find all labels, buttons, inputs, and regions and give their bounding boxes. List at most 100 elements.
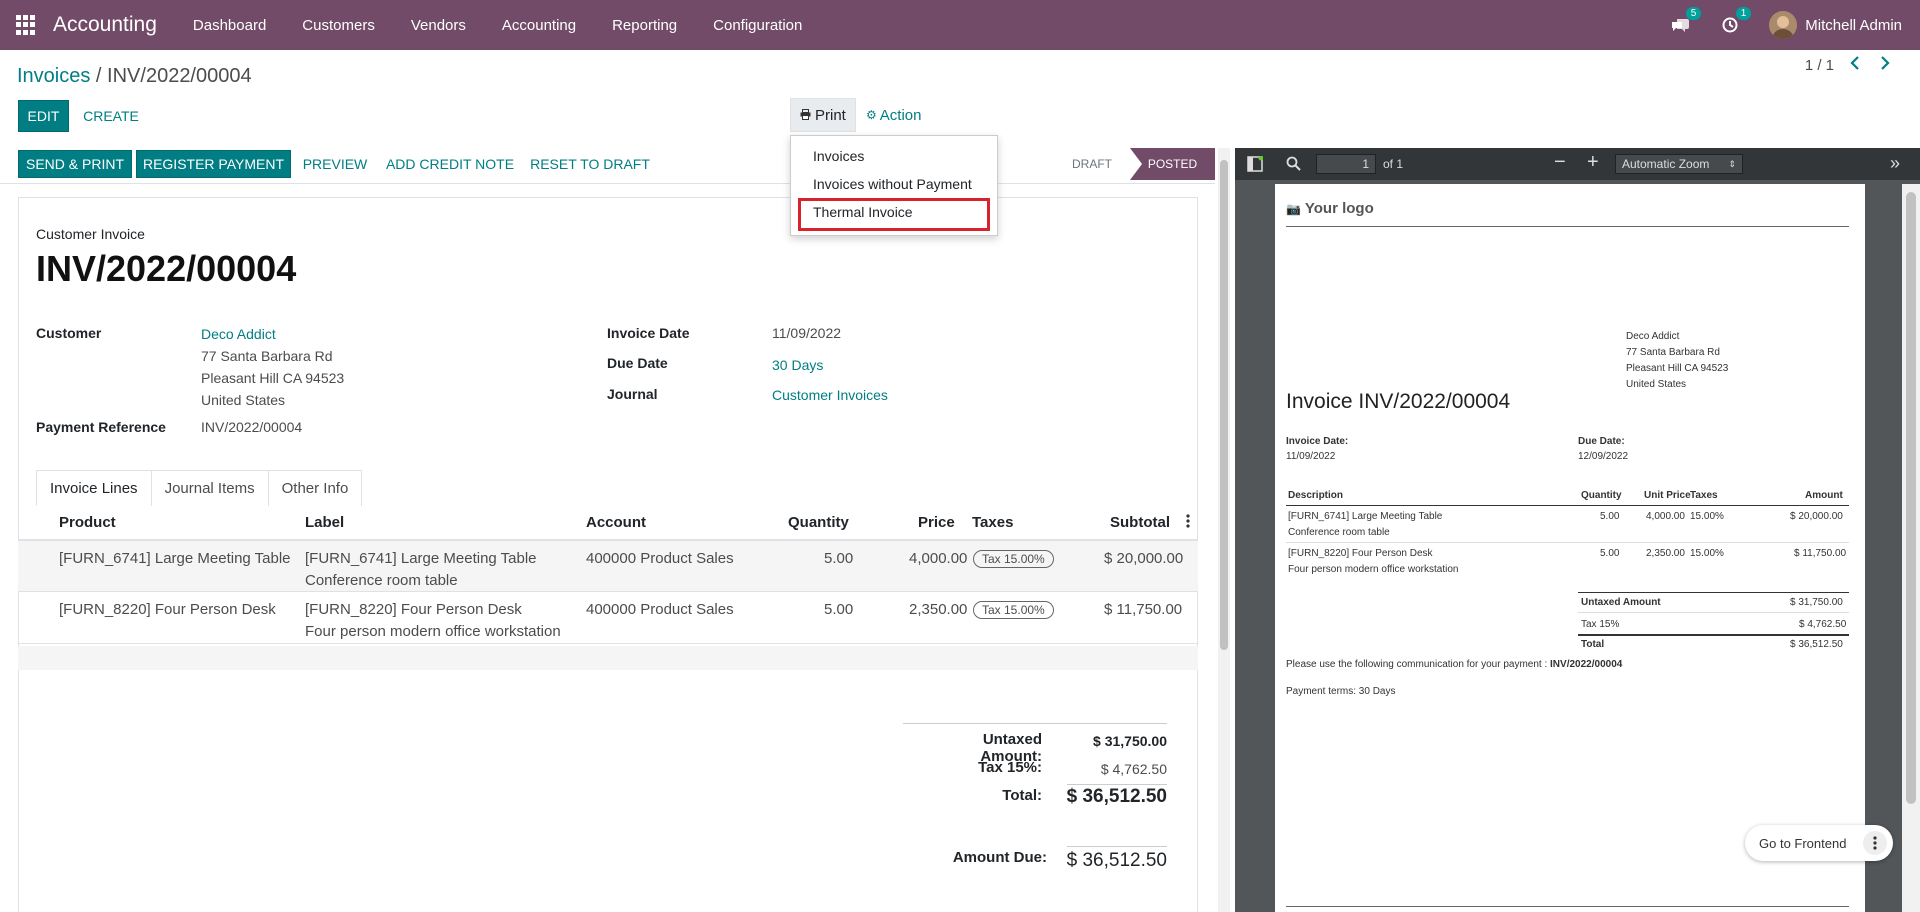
journal-value[interactable]: Customer Invoices [772,387,888,403]
create-button[interactable]: CREATE [78,100,144,132]
customer-name-link[interactable]: Deco Addict [201,326,276,342]
breadcrumb-invoices-link[interactable]: Invoices [17,65,90,87]
pdf-line-qty: 5.00 [1600,511,1620,522]
messages-icon[interactable]: 5 [1669,7,1702,36]
send-and-print-button[interactable]: SEND & PRINT [18,150,132,178]
customer-address-line1: 77 Santa Barbara Rd [201,348,333,364]
table-row[interactable]: [FURN_8220] Four Person Desk [FURN_8220]… [18,592,1198,644]
user-avatar[interactable] [1769,11,1798,39]
pdf-zoom-select[interactable]: Automatic Zoom ⇕ [1615,154,1743,174]
main-menu: Dashboard Customers Vendors Accounting R… [175,17,820,34]
invoice-lines-header: Product Label Account Quantity Price Tax… [18,505,1198,541]
activities-icon[interactable]: 1 [1719,7,1752,36]
pdf-scrollbar[interactable] [1902,184,1920,912]
pdf-line-desc2: Four person modern office workstation [1288,564,1459,575]
pdf-page: 📷 Your logo Deco Addict 77 Santa Barbara… [1275,184,1865,912]
pdf-toolbar: 1 of 1 − + Automatic Zoom ⇕ » [1235,148,1920,180]
line-account[interactable]: 400000 Product Sales [586,601,734,618]
column-options-icon[interactable] [1186,513,1190,533]
highlight-box [798,198,990,231]
table-row[interactable]: [FURN_6741] Large Meeting Table [FURN_67… [18,541,1198,592]
line-price[interactable]: 2,350.00 [909,601,967,618]
pager-next-icon[interactable] [1879,56,1891,75]
pdf-col-quantity: Quantity [1581,490,1622,501]
menu-accounting[interactable]: Accounting [484,17,594,34]
column-account[interactable]: Account [586,514,646,531]
app-name[interactable]: Accounting [53,13,157,37]
print-menu-invoices-without-payment[interactable]: Invoices without Payment [813,176,972,192]
tab-invoice-lines[interactable]: Invoice Lines [36,470,152,506]
amount-due-label: Amount Due: [952,849,1047,866]
payment-reference-value[interactable]: INV/2022/00004 [201,419,302,435]
journal-label: Journal [607,386,658,402]
action-dropdown-toggle[interactable]: ⚙ Action [866,98,921,132]
action-label: Action [879,106,922,124]
breadcrumb: Invoices / INV/2022/00004 [17,65,252,88]
pdf-search-icon[interactable] [1286,156,1301,174]
user-name[interactable]: Mitchell Admin [1805,17,1902,34]
pdf-invoice-date-label: Invoice Date: [1286,436,1349,447]
pdf-payment-communication: Please use the following communication f… [1286,659,1623,670]
zoom-in-icon[interactable]: + [1587,151,1599,174]
pdf-untaxed-value: $ 31,750.00 [1790,597,1843,608]
pager-value[interactable]: 1 / 1 [1805,57,1834,74]
apps-menu-icon[interactable] [16,15,36,35]
tab-journal-items[interactable]: Journal Items [150,470,269,506]
line-product[interactable]: [FURN_8220] Four Person Desk [59,601,276,618]
pdf-total-value: $ 36,512.50 [1790,639,1843,650]
pdf-col-unit-price: Unit Price [1644,490,1691,501]
notebook-tabs: Invoice Lines Journal Items Other Info [36,470,363,506]
go-to-frontend-widget: Go to Frontend [1745,825,1893,861]
tab-other-info[interactable]: Other Info [267,470,363,506]
print-dropdown-menu: Invoices Invoices without Payment Therma… [790,135,998,236]
column-subtotal[interactable]: Subtotal [1110,514,1170,531]
edit-button[interactable]: EDIT [18,100,69,132]
zoom-out-icon[interactable]: − [1554,151,1566,174]
form-scrollbar[interactable] [1218,148,1230,912]
due-date-label: Due Date [607,355,668,371]
go-to-frontend-button[interactable]: Go to Frontend [1759,836,1846,851]
add-credit-note-button[interactable]: ADD CREDIT NOTE [380,150,520,178]
column-product[interactable]: Product [59,514,116,531]
print-menu-invoices[interactable]: Invoices [813,148,864,164]
untaxed-amount-value: $ 31,750.00 [1093,733,1167,749]
pdf-page-count: of 1 [1383,157,1404,171]
menu-customers[interactable]: Customers [284,17,393,34]
pdf-line-qty: 5.00 [1600,548,1620,559]
column-price[interactable]: Price [918,514,955,531]
due-date-value[interactable]: 30 Days [772,357,823,373]
gear-icon: ⚙ [866,108,877,122]
menu-configuration[interactable]: Configuration [695,17,820,34]
pdf-line-desc: [FURN_6741] Large Meeting Table [1288,511,1443,522]
messages-count-badge: 5 [1685,7,1702,20]
sidebar-toggle-icon[interactable] [1247,155,1264,175]
print-label: Print [815,106,846,124]
pdf-page-input[interactable]: 1 [1316,154,1376,174]
column-taxes[interactable]: Taxes [972,514,1013,531]
amount-due-value: $ 36,512.50 [1066,850,1167,871]
menu-vendors[interactable]: Vendors [393,17,484,34]
customer-address-line2: Pleasant Hill CA 94523 [201,370,345,386]
preview-button[interactable]: PREVIEW [296,150,374,178]
line-account[interactable]: 400000 Product Sales [586,550,734,567]
line-product[interactable]: [FURN_6741] Large Meeting Table [59,550,291,567]
more-options-icon[interactable] [1863,831,1887,855]
column-quantity[interactable]: Quantity [788,514,849,531]
line-label[interactable]: [FURN_8220] Four Person Desk [305,601,522,618]
pdf-col-taxes: Taxes [1690,490,1718,501]
menu-dashboard[interactable]: Dashboard [175,17,284,34]
line-label[interactable]: [FURN_6741] Large Meeting Table [305,550,537,567]
print-dropdown-toggle[interactable]: Print [790,98,856,132]
column-label[interactable]: Label [305,514,344,531]
pdf-line-unit: 4,000.00 [1646,511,1685,522]
register-payment-button[interactable]: REGISTER PAYMENT [136,150,291,178]
line-price[interactable]: 4,000.00 [909,550,967,567]
reset-to-draft-button[interactable]: RESET TO DRAFT [528,150,652,178]
invoice-date-value[interactable]: 11/09/2022 [772,325,841,341]
pager-previous-icon[interactable] [1849,56,1861,75]
menu-reporting[interactable]: Reporting [594,17,695,34]
line-quantity[interactable]: 5.00 [824,601,853,618]
pdf-col-description: Description [1288,490,1344,501]
tools-chevron-icon[interactable]: » [1890,153,1900,174]
line-quantity[interactable]: 5.00 [824,550,853,567]
